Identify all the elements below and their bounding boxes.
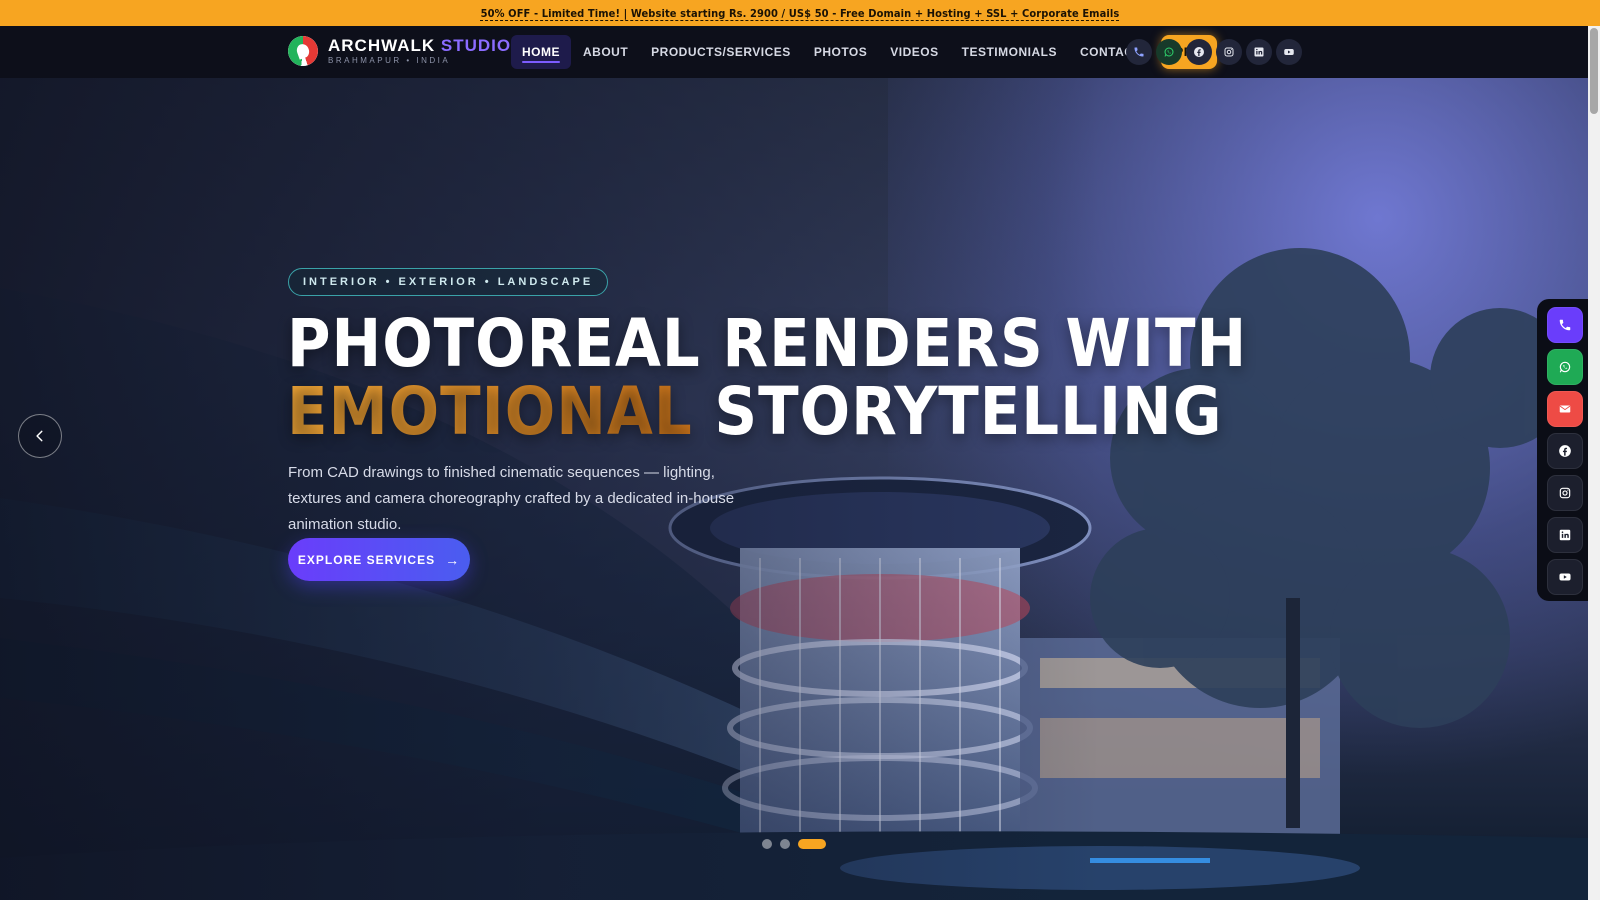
facebook-icon [1559,445,1571,457]
brand-name-accent: STUDIO [440,35,512,55]
slider-prev-button[interactable] [18,414,62,458]
scrollbar-thumb[interactable] [1590,28,1598,114]
brand-name: ARCHWALK STUDIO [328,35,512,55]
instagram-icon[interactable] [1216,39,1242,65]
nav-item-home[interactable]: HOME [511,35,571,69]
whatsapp-icon[interactable] [1156,39,1182,65]
arrow-right-icon: → [445,551,461,568]
rail-whatsapp-button[interactable] [1547,349,1583,385]
nav-item-testimonials[interactable]: TESTIMONIALS [951,35,1068,69]
rail-instagram-button[interactable] [1547,475,1583,511]
rail-phone-button[interactable] [1547,307,1583,343]
whatsapp-icon [1559,361,1571,373]
rail-mail-button[interactable] [1547,391,1583,427]
slider-dot-2[interactable] [780,839,790,849]
nav-menu: HOME ABOUT PRODUCTS/SERVICES PHOTOS VIDE… [511,35,1217,69]
nav-item-about[interactable]: ABOUT [572,35,639,69]
explore-services-label: EXPLORE SERVICES [297,552,436,567]
nav-item-videos[interactable]: VIDEOS [879,35,949,69]
phone-icon[interactable] [1126,39,1152,65]
explore-services-button[interactable]: EXPLORE SERVICES → [288,538,470,581]
hero-subtext: From CAD drawings to finished cinematic … [288,464,735,533]
brand-location: BRAHMAPUR • INDIA [328,55,451,65]
hero-tagline-pill: INTERIOR • EXTERIOR • LANDSCAPE [288,268,609,296]
promo-text[interactable]: 50% OFF - Limited Time! | Website starti… [481,7,1120,20]
facebook-icon[interactable] [1186,39,1212,65]
phone-icon [1559,319,1571,331]
chevron-left-icon [36,430,43,442]
hero-headline-line1: PHOTOREAL RENDERS WITH [287,305,1248,382]
mail-icon [1559,405,1571,413]
rail-youtube-button[interactable] [1547,559,1583,595]
hero-headline-rest: STORYTELLING [714,373,1223,450]
hero-headline: PHOTOREAL RENDERS WITH EMOTIONAL STORYTE… [287,310,1247,446]
page-scrollbar[interactable] [1588,26,1600,900]
nav-item-photos[interactable]: PHOTOS [803,35,878,69]
linkedin-icon[interactable] [1246,39,1272,65]
youtube-icon [1559,573,1571,581]
rail-facebook-button[interactable] [1547,433,1583,469]
hero-headline-highlight: EMOTIONAL [287,373,693,450]
slider-dot-1[interactable] [762,839,772,849]
instagram-icon [1559,487,1571,499]
hero-slider: INTERIOR • EXTERIOR • LANDSCAPE PHOTOREA… [0,78,1588,900]
nav-item-products-services[interactable]: PRODUCTS/SERVICES [640,35,802,69]
nav-social-icons [1126,39,1306,65]
hero-headline-line2: EMOTIONAL STORYTELLING [287,378,1247,446]
brand-name-primary: ARCHWALK [328,35,436,55]
rail-linkedin-button[interactable] [1547,517,1583,553]
logo-mark-icon [288,36,318,66]
slider-dots [762,839,834,849]
promo-banner[interactable]: 50% OFF - Limited Time! | Website starti… [0,0,1600,26]
linkedin-icon [1559,529,1571,541]
main-navbar: ARCHWALK STUDIO BRAHMAPUR • INDIA HOME A… [0,26,1600,78]
youtube-icon[interactable] [1276,39,1302,65]
brand-logo[interactable]: ARCHWALK STUDIO BRAHMAPUR • INDIA [288,36,511,66]
slider-dot-3[interactable] [798,839,826,849]
